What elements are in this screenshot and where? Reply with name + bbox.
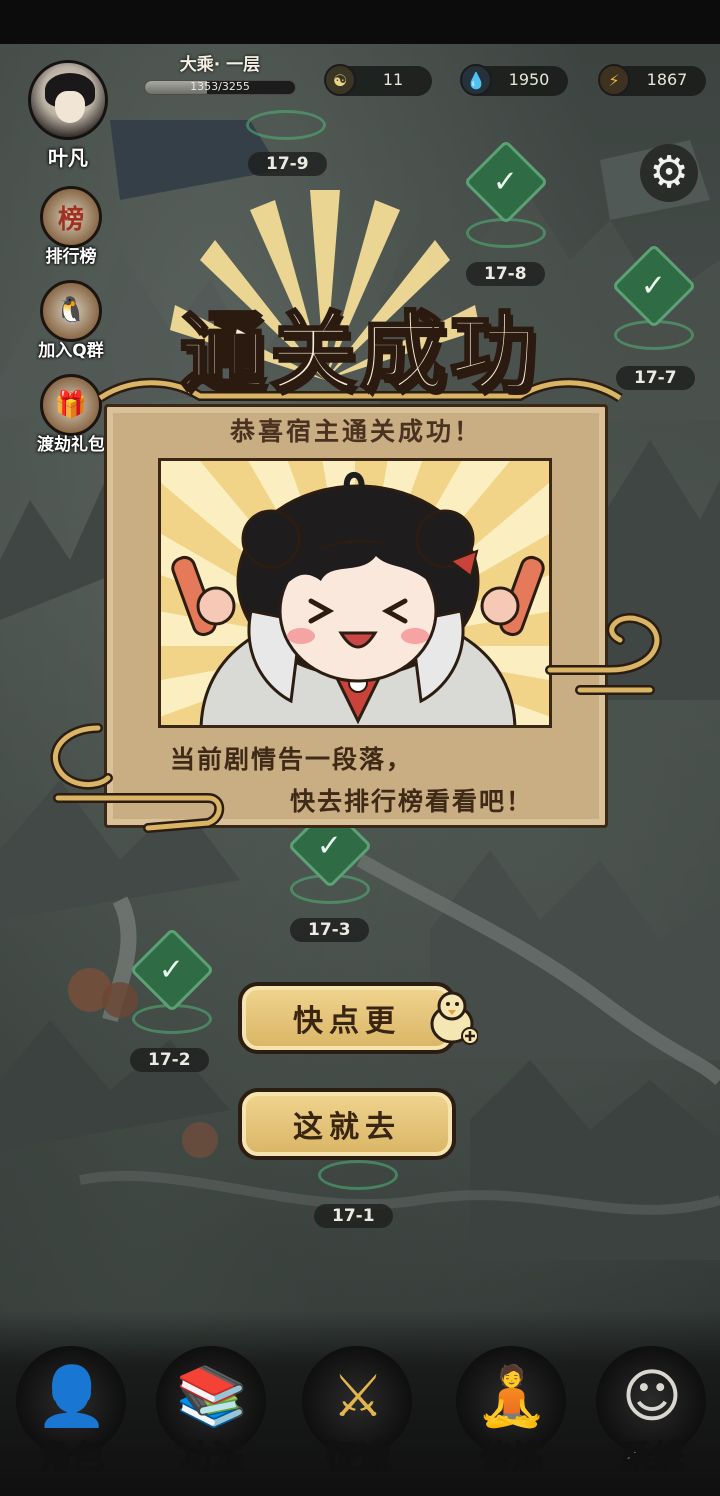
- duck-plus-icon: [430, 991, 478, 1045]
- popup-subtitle: 恭喜宿主通关成功！: [229, 417, 482, 446]
- energy-icon: ⚡: [598, 64, 630, 96]
- character-icon: 👤: [35, 1361, 109, 1430]
- go-button[interactable]: 这就去: [238, 1088, 456, 1160]
- check-icon: ✓: [493, 164, 519, 200]
- left-cloud-decoration: [50, 723, 225, 833]
- spirit-stone-value: 1950: [508, 70, 550, 89]
- status-bar: [0, 0, 720, 44]
- nav-cultivate-label: 修炼: [479, 1437, 545, 1477]
- nav-system[interactable]: ☺ 系统: [592, 1340, 712, 1490]
- player-avatar[interactable]: [28, 60, 108, 140]
- nav-cultivate[interactable]: 🧘 修炼: [452, 1340, 572, 1490]
- celebration-illustration: [158, 458, 552, 728]
- exp-text: 1353/3255: [190, 80, 250, 93]
- leaderboard-icon: 榜: [40, 186, 102, 248]
- nav-character-label: 角色: [39, 1437, 105, 1477]
- nav-technique-label: 功法: [179, 1437, 245, 1477]
- popup-message-line2: 快去排行榜看看吧！: [290, 787, 534, 816]
- sword-icon: ⚔: [332, 1362, 384, 1430]
- nav-journey[interactable]: ⚔ 征途: [298, 1340, 418, 1490]
- stage-17-9-ring: [246, 110, 326, 140]
- gear-icon[interactable]: ⚙: [640, 144, 698, 202]
- penguin-icon: 🐧: [40, 280, 102, 342]
- stage-17-2-label[interactable]: 17-2: [130, 1048, 209, 1072]
- join-qq-button[interactable]: 🐧 加入Q群: [36, 280, 106, 361]
- meditation-icon: 🧘: [475, 1361, 549, 1430]
- system-icon: ☺: [621, 1362, 683, 1430]
- nav-journey-label: 征途: [325, 1437, 391, 1477]
- nav-character[interactable]: 👤 角色: [12, 1340, 132, 1490]
- check-icon: ✓: [159, 952, 185, 988]
- check-icon: ✓: [317, 828, 343, 864]
- yin-yang-icon: ☯: [324, 64, 356, 96]
- leaderboard-label: 排行榜: [45, 247, 97, 267]
- nav-technique[interactable]: 📚 功法: [152, 1340, 272, 1490]
- stage-17-1-ring: [318, 1160, 398, 1190]
- join-qq-label: 加入Q群: [38, 341, 104, 361]
- update-button[interactable]: 快点更: [238, 982, 456, 1054]
- spirit-stone-icon: 💧: [460, 64, 492, 96]
- leaderboard-button[interactable]: 榜 排行榜: [36, 186, 106, 267]
- nav-system-label: 系统: [619, 1437, 685, 1477]
- cultivation-realm: 大乘· 一层: [179, 55, 261, 75]
- stage-17-9-label[interactable]: 17-9: [248, 152, 327, 176]
- popup-title: 通关成功: [179, 301, 540, 405]
- resource-energy[interactable]: ⚡ 1867: [598, 64, 706, 96]
- gift-label: 渡劫礼包: [37, 435, 105, 455]
- book-icon: 📚: [175, 1361, 249, 1430]
- player-name: 叶凡: [48, 146, 88, 170]
- right-cloud-decoration: [545, 613, 662, 695]
- stage-17-1-label[interactable]: 17-1: [314, 1204, 393, 1228]
- resource-yin-yang[interactable]: ☯ 11: [324, 64, 432, 96]
- exp-bar: 1353/3255: [144, 80, 296, 95]
- yin-yang-value: 11: [382, 70, 404, 89]
- avatar-face: [55, 91, 85, 123]
- stage-17-3-label[interactable]: 17-3: [290, 918, 369, 942]
- check-icon: ✓: [641, 268, 667, 304]
- energy-value: 1867: [646, 70, 688, 89]
- resource-spirit-stone[interactable]: 💧 1950: [460, 64, 568, 96]
